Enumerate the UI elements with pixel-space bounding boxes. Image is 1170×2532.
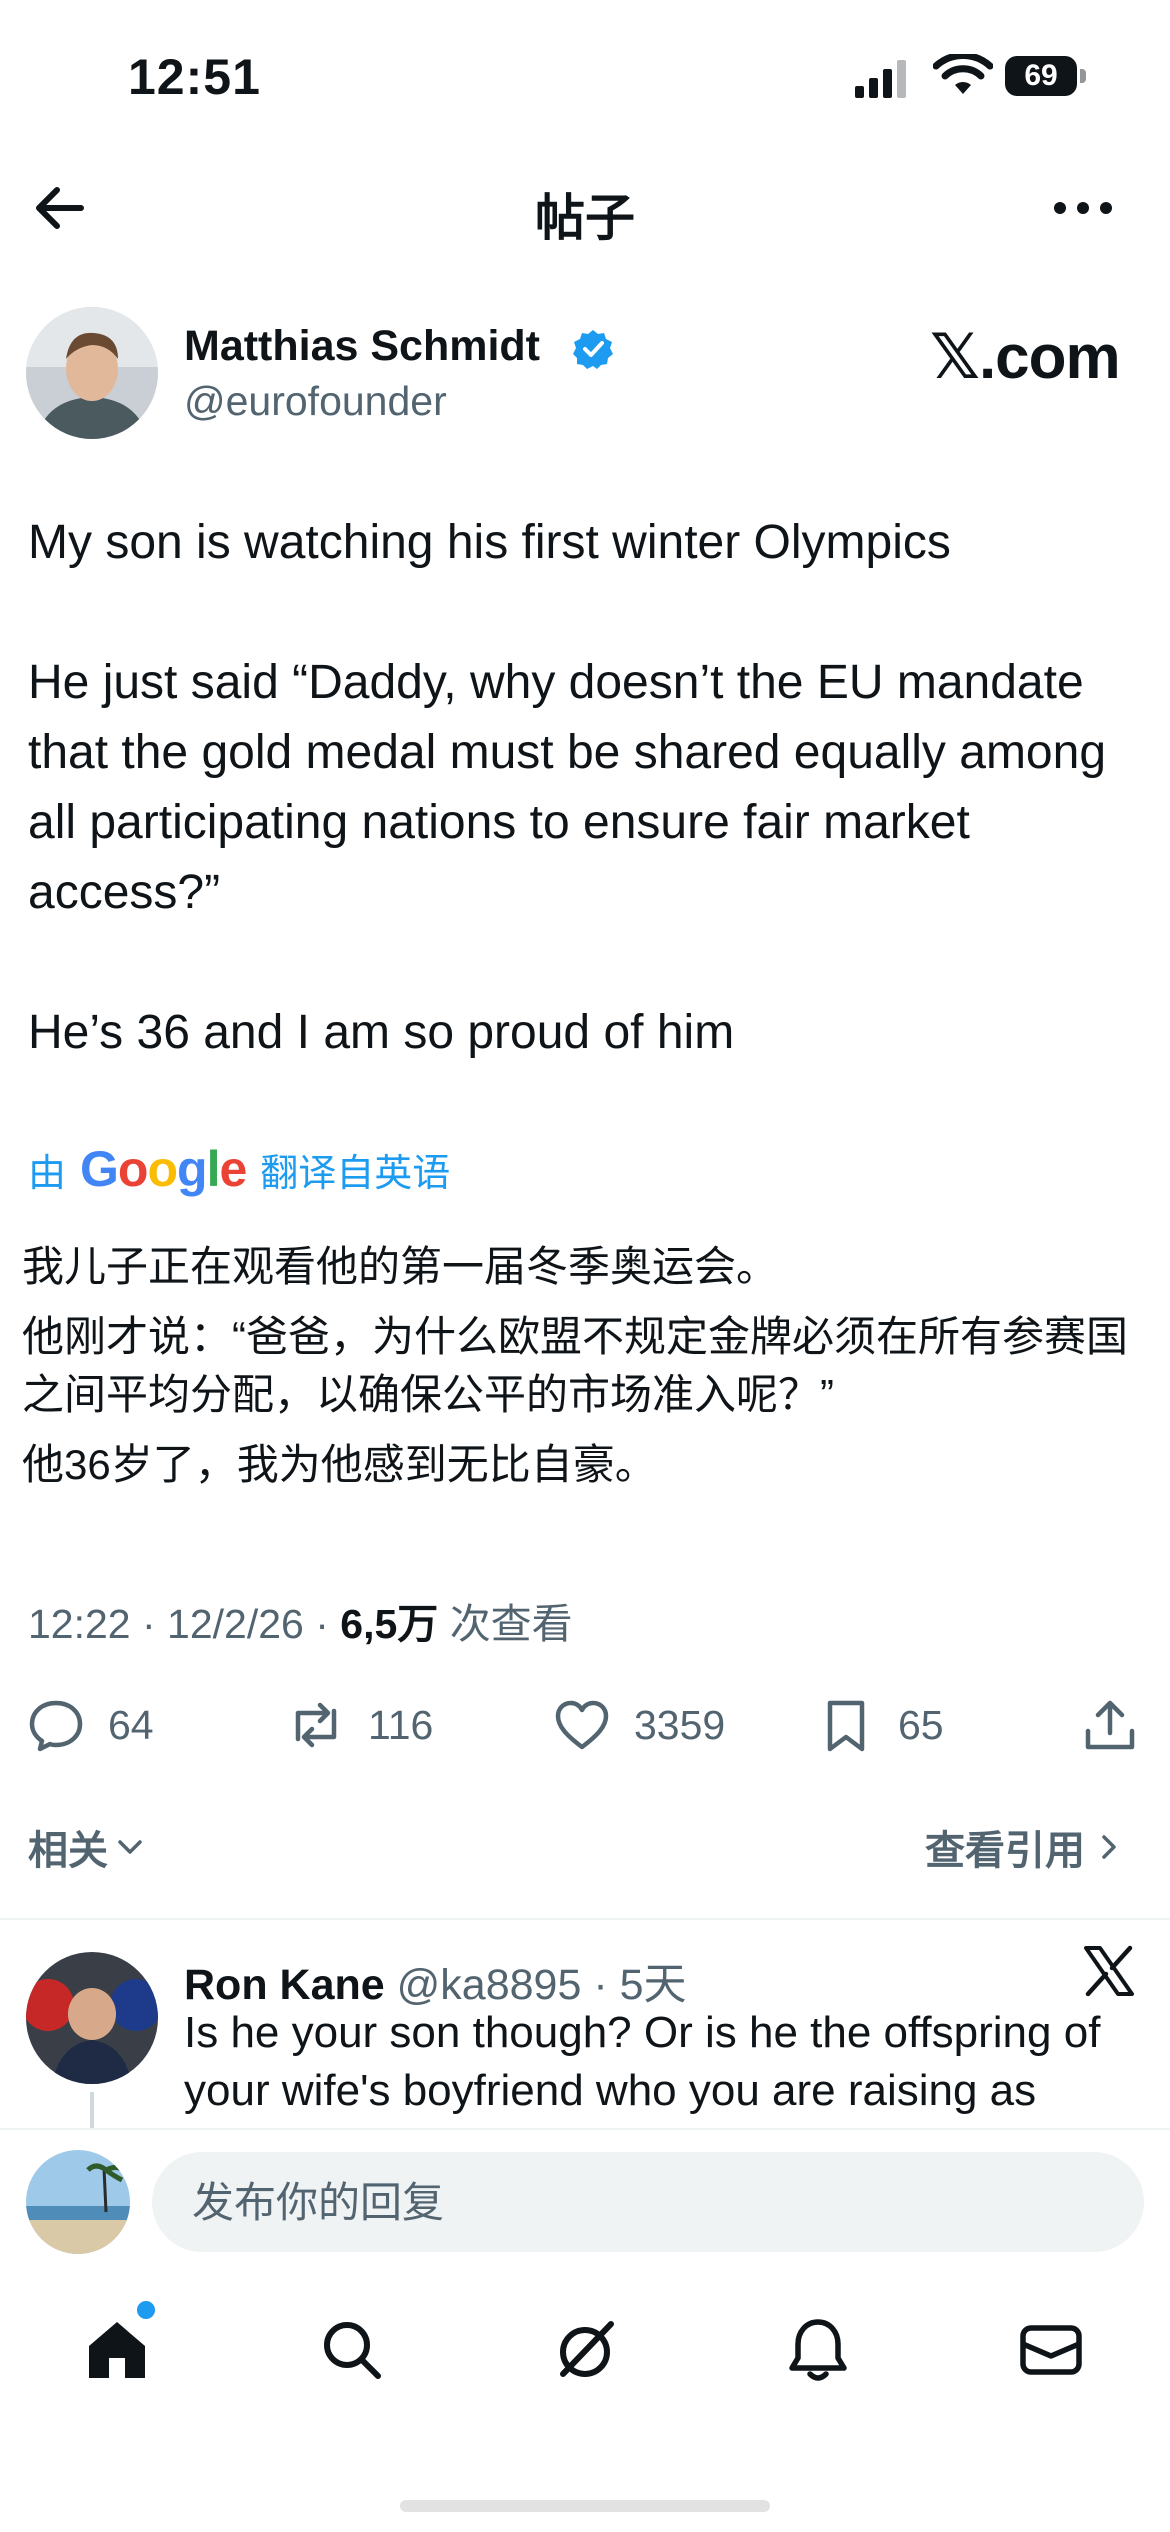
- repost-icon: [295, 1702, 337, 1748]
- reply-header: Ron Kane @ka8895 · 5天: [184, 1961, 687, 2009]
- grok-icon: [560, 2321, 614, 2377]
- tweet-paragraph: He just said “Daddy, why doesn’t the EU …: [28, 656, 1107, 919]
- view-count: 6,5万: [340, 1601, 439, 1647]
- reply-count: 64: [108, 1701, 154, 1748]
- chevron-down-icon: [118, 1840, 142, 1854]
- more-options-button[interactable]: [1048, 180, 1118, 236]
- author-handle[interactable]: @eurofounder: [184, 378, 447, 425]
- tweet-text: My son is watching his first winter Olym…: [28, 508, 1148, 1138]
- thread-line: [90, 2092, 94, 2132]
- author-avatar[interactable]: [26, 307, 158, 439]
- view-count-label: 次查看: [449, 1601, 573, 1647]
- view-quotes-label: 查看引用: [925, 1829, 1085, 1873]
- divider: [0, 1918, 1170, 1920]
- reply-icon: [29, 1700, 83, 1752]
- tweet-actions: 64 116 3359 65: [0, 1680, 1170, 1770]
- tab-grok[interactable]: [540, 2305, 630, 2395]
- like-button[interactable]: 3359: [552, 1680, 725, 1770]
- home-icon: [89, 2322, 145, 2378]
- tab-notifications[interactable]: [773, 2305, 863, 2395]
- translated-paragraph: 他刚才说：“爸爸，为什么欧盟不规定金牌必须在所有参赛国之间平均分配，以确保公平的…: [22, 1313, 1128, 1418]
- reply-author-handle[interactable]: @ka8895: [397, 1961, 582, 2009]
- translated-paragraph: 我儿子正在观看他的第一届冬季奥运会。: [22, 1243, 779, 1290]
- search-icon: [324, 2322, 381, 2379]
- wifi-icon: [933, 54, 993, 94]
- repost-button[interactable]: 116: [286, 1680, 433, 1770]
- verified-badge-icon: [573, 330, 613, 369]
- reply-avatar[interactable]: [26, 1952, 158, 2084]
- battery-level: 69: [1005, 56, 1077, 96]
- reply-author-name[interactable]: Ron Kane: [184, 1961, 385, 2009]
- translation-prefix: 由: [28, 1152, 67, 1195]
- tab-search[interactable]: [307, 2305, 397, 2395]
- home-indicator: [400, 2500, 770, 2512]
- arrow-left-icon: [36, 187, 84, 229]
- bookmark-count: 65: [898, 1701, 944, 1748]
- bookmark-icon: [827, 1700, 865, 1752]
- my-avatar: [26, 2150, 130, 2254]
- translation-attribution[interactable]: 由 Google 翻译自英语: [28, 1140, 450, 1198]
- cellular-signal-icon: [855, 60, 906, 98]
- tab-messages[interactable]: [1006, 2305, 1096, 2395]
- translated-paragraph: 他36岁了，我为他感到无比自豪。: [22, 1441, 657, 1488]
- tweet-time: 12:22: [28, 1601, 131, 1647]
- page-title: 帖子: [535, 190, 635, 246]
- reply-button[interactable]: 64: [26, 1680, 154, 1770]
- share-icon: [1085, 1700, 1135, 1750]
- translation-suffix: 翻译自英语: [260, 1152, 451, 1195]
- reply-age: 5天: [619, 1961, 687, 2009]
- status-time: 12:51: [128, 49, 261, 105]
- google-logo: Google: [80, 1141, 247, 1197]
- related-dropdown[interactable]: 相关: [28, 1818, 148, 1876]
- like-count: 3359: [634, 1701, 726, 1748]
- repost-count: 116: [368, 1701, 434, 1748]
- back-button[interactable]: [26, 175, 92, 241]
- battery-indicator: 69: [1005, 56, 1087, 96]
- more-dots-icon: [1054, 202, 1112, 214]
- bookmark-button[interactable]: 65: [816, 1680, 944, 1770]
- related-label: 相关: [28, 1829, 108, 1873]
- share-button[interactable]: [1080, 1680, 1140, 1770]
- translated-text: 我儿子正在观看他的第一届冬季奥运会。 他刚才说：“爸爸，为什么欧盟不规定金牌必须…: [22, 1238, 1152, 1506]
- reply-input[interactable]: [152, 2152, 1144, 2252]
- tweet-date: 12/2/26: [167, 1601, 304, 1647]
- x-logo-icon: [1084, 1945, 1134, 1997]
- notification-dot: [134, 2298, 158, 2322]
- tweet-paragraph: My son is watching his first winter Olym…: [28, 516, 951, 569]
- tweet-paragraph: He’s 36 and I am so proud of him: [28, 1006, 735, 1059]
- heart-icon: [555, 1700, 609, 1750]
- xcom-watermark: 𝕏.com: [930, 323, 1121, 392]
- reply-text[interactable]: Is he your son though? Or is he the offs…: [184, 2004, 1144, 2120]
- mail-icon: [1020, 2325, 1082, 2375]
- bell-icon: [789, 2319, 847, 2381]
- author-name[interactable]: Matthias Schmidt: [184, 322, 540, 371]
- tweet-meta: 12:22 · 12/2/26 · 6,5万 次查看: [28, 1601, 573, 1647]
- chevron-right-icon: [1102, 1835, 1116, 1859]
- view-quotes-link[interactable]: 查看引用: [925, 1818, 1127, 1876]
